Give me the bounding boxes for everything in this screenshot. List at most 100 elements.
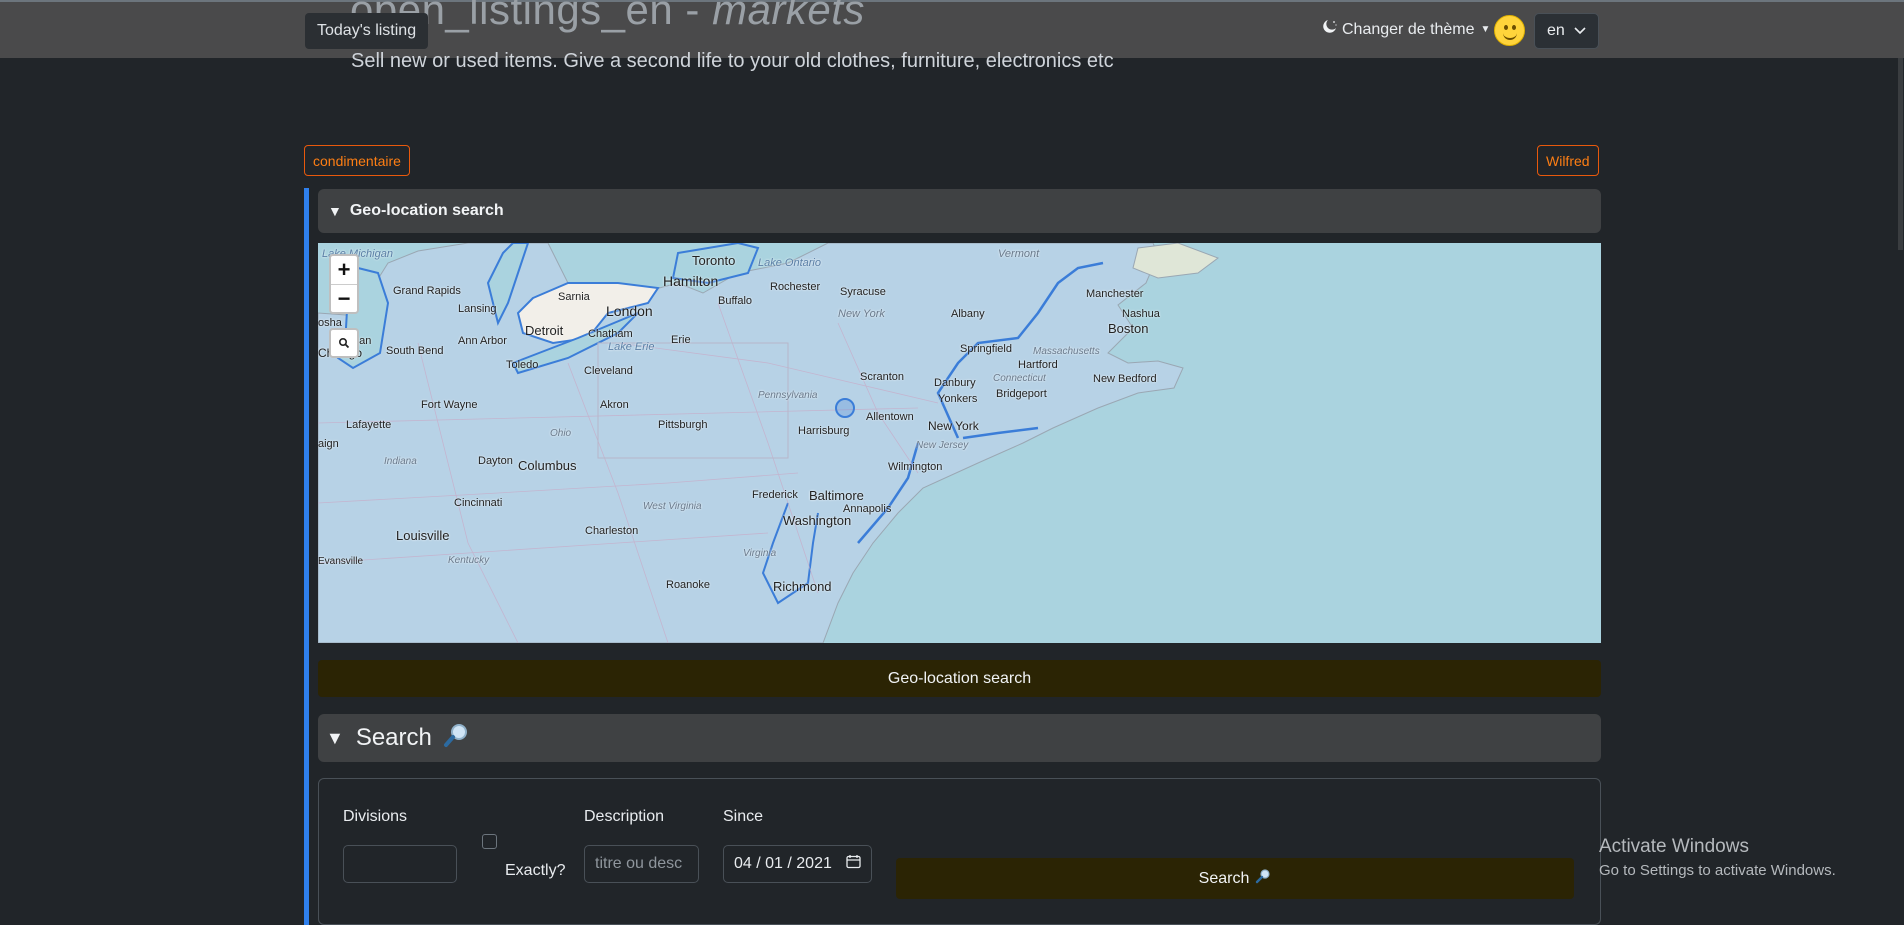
magnifier-icon [442, 722, 470, 755]
map-label-wilmington: Wilmington [888, 461, 943, 473]
site-title-italic: markets [712, 0, 865, 33]
map-label-evansville: Evansville [318, 556, 364, 567]
search-submit-button[interactable]: Search [896, 858, 1574, 899]
map-label-west-virginia: West Virginia [643, 501, 702, 512]
map-label-albany: Albany [951, 308, 985, 320]
exactly-checkbox[interactable] [482, 834, 497, 849]
map-label-ohio: Ohio [550, 428, 572, 439]
map-label-cincinnati: Cincinnati [454, 497, 503, 509]
map-label-lansing: Lansing [458, 303, 497, 315]
section-accent-bar [304, 188, 309, 925]
site-subtitle: Sell new or used items. Give a second li… [351, 50, 1114, 72]
map-label-rochester: Rochester [770, 281, 821, 293]
map-label-new-york-city: New York [928, 419, 979, 433]
since-date-value: 04 / 01 / 2021 [734, 855, 832, 872]
divisions-label: Divisions [343, 808, 408, 825]
map-label-virginia: Virginia [743, 548, 777, 559]
search-title: Search [355, 724, 432, 751]
tag-left-link[interactable]: condimentaire [304, 145, 410, 176]
map-label-lafayette: Lafayette [346, 419, 392, 431]
location-marker[interactable] [835, 398, 855, 418]
map-label-south-bend: South Bend [386, 345, 444, 357]
map-label-frederick: Frederick [752, 489, 798, 501]
description-input[interactable]: titre ou desc [584, 845, 699, 883]
since-date-input[interactable]: 04 / 01 / 2021 [723, 845, 872, 883]
calendar-icon[interactable] [846, 854, 861, 874]
zoom-out-button[interactable]: − [331, 285, 357, 313]
map-label-new-jersey: New Jersey [916, 440, 969, 451]
zoom-control: + − [329, 254, 359, 314]
smiley-mouth [1503, 30, 1517, 40]
map-label-baltimore: Baltimore [809, 488, 864, 503]
map-label-lake-ontario: Lake Ontario [758, 257, 821, 269]
triangle-down-icon: ▼ [326, 727, 344, 748]
map-label-connecticut: Connecticut [993, 373, 1046, 384]
map-label-springfield: Springfield [960, 343, 1012, 355]
map-label-ann-arbor: Ann Arbor [458, 335, 507, 347]
map-label-yonkers: Yonkers [938, 393, 978, 405]
map-label-aign: aign [318, 438, 339, 450]
map-label-columbus: Columbus [518, 458, 577, 473]
map-label-syracuse: Syracuse [840, 286, 886, 298]
divisions-input[interactable] [343, 845, 457, 883]
language-value: en [1547, 22, 1565, 39]
caret-down-icon: ▼ [1480, 24, 1491, 35]
map-label-akron: Akron [600, 399, 629, 411]
map-label-harrisburg: Harrisburg [798, 425, 850, 437]
zoom-in-button[interactable]: + [331, 256, 357, 285]
map-label-richmond: Richmond [773, 579, 832, 594]
search-icon[interactable] [329, 328, 359, 358]
map-label-toronto: Toronto [692, 253, 736, 268]
watermark-line2: Go to Settings to activate Windows. [1599, 862, 1836, 879]
map-label-nashua: Nashua [1122, 308, 1160, 320]
map-label-manchester: Manchester [1086, 288, 1144, 300]
theme-switch-dropdown[interactable]: Changer de thème ▼ [1322, 19, 1490, 40]
map-label-sarnia: Sarnia [558, 291, 590, 303]
map-label-toledo: Toledo [506, 359, 539, 371]
map-view[interactable]: Lake MichiganTorontoLake OntarioVermontH… [318, 243, 1601, 643]
moon-stars-icon [1322, 19, 1338, 40]
triangle-down-icon: ▼ [328, 203, 342, 219]
map-label-scranton: Scranton [860, 371, 905, 383]
magnifier-icon [1255, 868, 1271, 889]
map-label-london: London [606, 303, 653, 319]
map-label-fort-wayne: Fort Wayne [421, 399, 478, 411]
map-label-washington: Washington [783, 513, 852, 528]
geo-search-button[interactable]: Geo-location search [318, 660, 1601, 697]
map-label-detroit: Detroit [525, 323, 564, 338]
windows-activation-watermark: Activate Windows Go to Settings to activ… [1599, 836, 1836, 879]
map-label-buffalo: Buffalo [718, 295, 753, 307]
search-button-label: Search [1198, 869, 1250, 887]
theme-switch-label: Changer de thème [1342, 20, 1475, 38]
map-label-bridgeport: Bridgeport [996, 388, 1047, 400]
map-label-new-york-state: New York [838, 308, 885, 320]
map-label-grand-rapids: Grand Rapids [393, 285, 461, 297]
map-label-vermont: Vermont [998, 248, 1040, 260]
map-label-new-bedford: New Bedford [1093, 373, 1157, 385]
search-form-card [318, 778, 1601, 925]
map-label-charleston: Charleston [585, 525, 639, 537]
map-label-pittsburgh: Pittsburgh [658, 419, 708, 431]
tag-right-link[interactable]: Wilfred [1537, 145, 1599, 176]
smiley-face-icon[interactable] [1494, 15, 1525, 46]
map-label-pennsylvania: Pennsylvania [758, 390, 818, 401]
map-label-lake-erie: Lake Erie [608, 341, 655, 353]
geo-search-title: Geo-location search [349, 202, 504, 219]
language-select[interactable]: en [1534, 13, 1599, 49]
since-label: Since [723, 808, 764, 825]
chevron-down-icon [1574, 22, 1586, 40]
map-label-hartford: Hartford [1018, 359, 1058, 371]
scrollbar-thumb[interactable] [1898, 58, 1903, 250]
map-label-dayton: Dayton [478, 455, 513, 467]
search-summary[interactable]: ▼ Search [318, 714, 1601, 762]
map-label-cleveland: Cleveland [584, 365, 633, 377]
map-label-louisville: Louisville [396, 528, 450, 543]
map-label-erie: Erie [671, 334, 691, 346]
todays-listing-button[interactable]: Today's listing [305, 13, 429, 49]
exactly-label: Exactly? [505, 862, 566, 879]
map-label-danbury: Danbury [934, 377, 976, 389]
map-label-roanoke: Roanoke [666, 579, 711, 591]
map-label-chatham: Chatham [588, 328, 633, 340]
watermark-line1: Activate Windows [1599, 836, 1749, 857]
geo-search-summary[interactable]: ▼ Geo-location search [318, 189, 1601, 233]
